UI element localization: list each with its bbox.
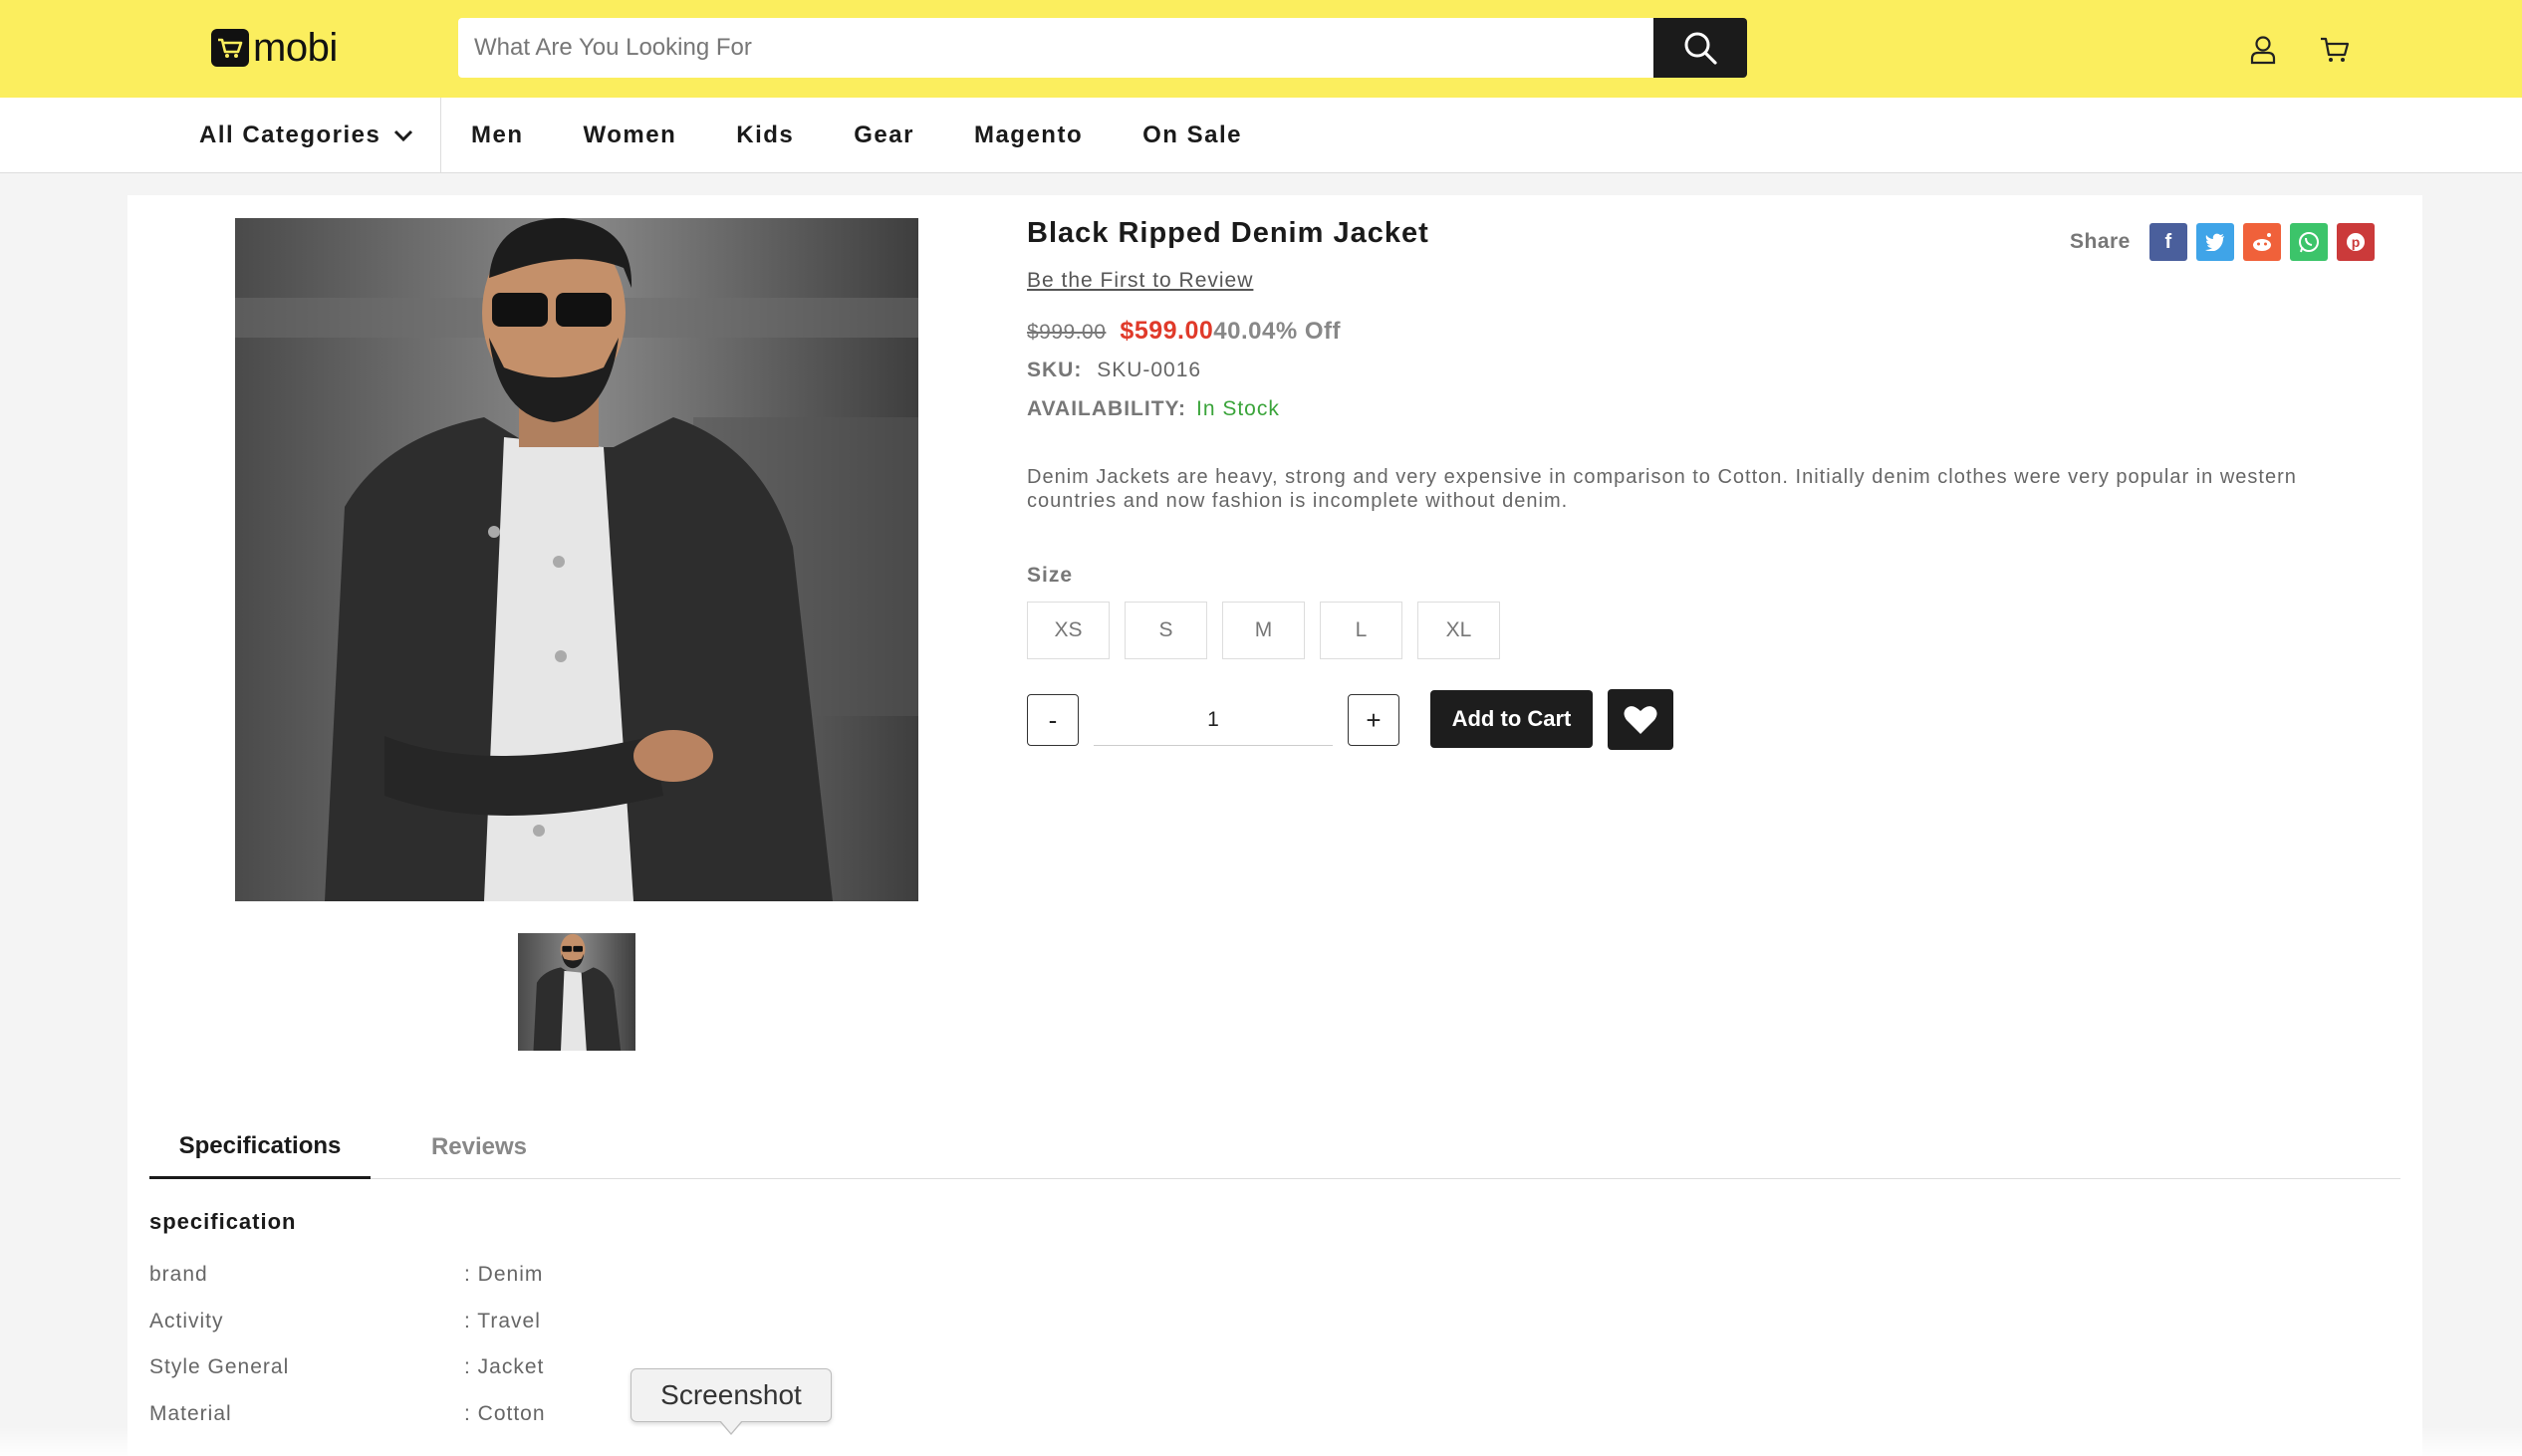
- spec-row: brand : Denim: [149, 1263, 847, 1287]
- facebook-icon: f: [2164, 230, 2172, 253]
- product-description: Denim Jackets are heavy, strong and very…: [1027, 466, 2297, 512]
- spec-value: : Jacket: [464, 1355, 545, 1378]
- reddit-share-button[interactable]: [2242, 223, 2281, 261]
- first-review-link[interactable]: Be the First to Review: [1027, 269, 1253, 293]
- discount-badge: 40.04% Off: [1213, 318, 1342, 345]
- availability-row: AVAILABILITY: In Stock: [1027, 397, 1280, 421]
- spec-value: : Denim: [464, 1263, 544, 1286]
- quantity-input[interactable]: [1094, 694, 1333, 746]
- sku-value: SKU-0016: [1097, 359, 1202, 381]
- availability-label: AVAILABILITY:: [1027, 397, 1186, 420]
- share-label: Share: [2070, 230, 2131, 253]
- spec-value: : Cotton: [464, 1402, 546, 1425]
- wishlist-button[interactable]: [1608, 689, 1673, 750]
- twitter-icon: [2204, 233, 2224, 251]
- share-bar: Share f p: [2070, 223, 2375, 261]
- svg-text:p: p: [2352, 234, 2361, 250]
- facebook-share-button[interactable]: f: [2148, 223, 2187, 261]
- nav-item-on-sale[interactable]: On Sale: [1142, 121, 1242, 149]
- nav-items: Men Women Kids Gear Magento On Sale: [471, 98, 1302, 173]
- cart-logo-icon: [211, 29, 249, 67]
- reddit-icon: [2252, 233, 2271, 251]
- size-option-s[interactable]: S: [1125, 602, 1207, 659]
- product-tabs: Specifications Reviews: [149, 1115, 2400, 1179]
- account-button[interactable]: [2247, 34, 2279, 66]
- spec-row: Activity : Travel: [149, 1310, 847, 1334]
- product-thumbnail[interactable]: [518, 933, 635, 1051]
- availability-status: In Stock: [1195, 397, 1280, 420]
- sale-price: $599.00: [1120, 317, 1214, 345]
- tooltip-arrow-inner: [720, 1420, 742, 1433]
- nav-item-kids[interactable]: Kids: [736, 121, 794, 149]
- add-to-cart-button[interactable]: Add to Cart: [1430, 690, 1593, 748]
- whatsapp-icon: [2298, 232, 2319, 253]
- bottom-fade: [0, 1426, 2522, 1456]
- size-label: Size: [1027, 564, 1074, 587]
- pinterest-icon: p: [2346, 233, 2365, 251]
- old-price: $999.00: [1027, 321, 1107, 344]
- spec-value: : Travel: [464, 1310, 541, 1333]
- cart-button[interactable]: [2319, 34, 2351, 66]
- quantity-decrease-button[interactable]: -: [1027, 694, 1079, 746]
- size-option-l[interactable]: L: [1320, 602, 1402, 659]
- size-option-xl[interactable]: XL: [1417, 602, 1500, 659]
- spec-key: Style General: [149, 1355, 290, 1378]
- size-option-xs[interactable]: XS: [1027, 602, 1110, 659]
- size-option-m[interactable]: M: [1222, 602, 1305, 659]
- user-icon: [2250, 36, 2276, 65]
- screenshot-tooltip: Screenshot: [630, 1368, 832, 1422]
- tab-specifications[interactable]: Specifications: [149, 1115, 371, 1179]
- top-header: mobi: [0, 0, 2522, 98]
- category-nav: All Categories Men Women Kids Gear Magen…: [0, 98, 2522, 173]
- nav-divider: [440, 98, 441, 173]
- nav-item-women[interactable]: Women: [584, 121, 677, 149]
- sku-label: SKU:: [1027, 359, 1083, 381]
- product-title: Black Ripped Denim Jacket: [1027, 217, 1429, 249]
- chevron-down-icon: [394, 129, 413, 142]
- twitter-share-button[interactable]: [2195, 223, 2234, 261]
- tab-reviews[interactable]: Reviews: [371, 1115, 588, 1179]
- pinterest-share-button[interactable]: p: [2336, 223, 2375, 261]
- search-input[interactable]: [458, 18, 1653, 78]
- nav-item-gear[interactable]: Gear: [854, 121, 914, 149]
- specification-heading: specification: [149, 1209, 297, 1234]
- whatsapp-share-button[interactable]: [2289, 223, 2328, 261]
- search-icon: [1684, 32, 1717, 65]
- logo-text: mobi: [253, 25, 338, 70]
- quantity-increase-button[interactable]: +: [1348, 694, 1399, 746]
- logo[interactable]: mobi: [211, 26, 338, 70]
- heart-icon: [1624, 705, 1657, 734]
- nav-item-men[interactable]: Men: [471, 121, 524, 149]
- product-main-image[interactable]: [235, 218, 918, 901]
- nav-item-magento[interactable]: Magento: [974, 121, 1083, 149]
- all-categories-dropdown[interactable]: All Categories: [199, 98, 414, 173]
- search-button[interactable]: [1653, 18, 1747, 78]
- spec-key: Material: [149, 1402, 232, 1425]
- spec-key: brand: [149, 1263, 208, 1286]
- all-categories-label: All Categories: [199, 121, 381, 148]
- search-bar: [458, 18, 1747, 78]
- size-options: XS S M L XL: [1027, 602, 1515, 659]
- cart-icon: [2321, 37, 2350, 62]
- price-row: $999.00 $599.0040.04% Off: [1027, 317, 1341, 346]
- sku-row: SKU: SKU-0016: [1027, 359, 1201, 382]
- spec-key: Activity: [149, 1310, 224, 1333]
